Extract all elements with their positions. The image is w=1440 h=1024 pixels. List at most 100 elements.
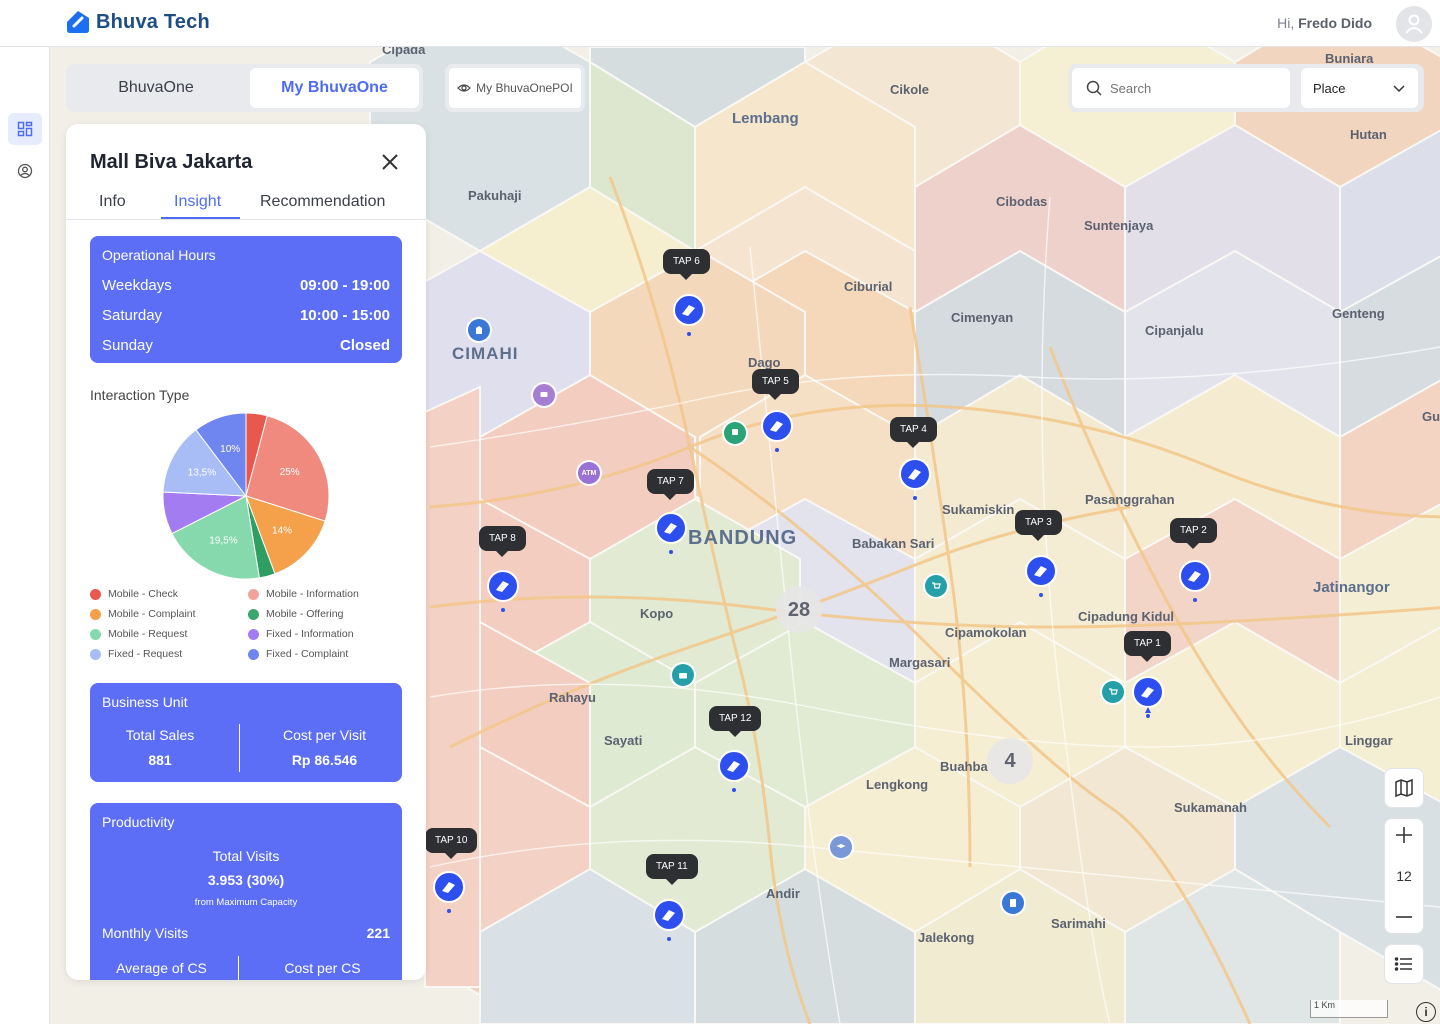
view-toggle: BhuvaOne My BhuvaOne (66, 64, 423, 112)
legend-dot (90, 588, 101, 600)
legend-label: Fixed - Request (108, 648, 183, 660)
productivity-title: Productivity (102, 814, 175, 830)
map-place-label: Sukamanah (1174, 800, 1247, 815)
dashboard-nav-button[interactable] (8, 113, 42, 145)
legend-item: Fixed - Complaint (248, 648, 348, 660)
map-place-label: Jalekong (918, 930, 975, 945)
top-bar: Bhuva Tech Hi, Fredo Dido (0, 0, 1440, 47)
map-place-label: Lembang (732, 110, 799, 127)
cluster-marker[interactable]: 28 (776, 587, 822, 633)
tab-recommendation[interactable]: Recommendation (260, 193, 385, 211)
legend-item: Mobile - Complaint (90, 608, 196, 620)
graduation-cap-icon (836, 844, 846, 848)
tap-label: TAP 4 (890, 417, 937, 448)
close-icon[interactable] (380, 152, 400, 172)
map-scale: 1 Km (1310, 1000, 1388, 1018)
poi-marker[interactable] (533, 384, 555, 406)
tap-pin-icon (487, 570, 519, 612)
map-place-label: Rahayu (549, 690, 596, 705)
cost-per-visit-label: Cost per Visit (283, 727, 366, 743)
tap-label: TAP 10 (425, 828, 478, 859)
building-icon (476, 326, 482, 334)
cluster-marker[interactable]: 4 (987, 738, 1033, 784)
tap-label: TAP 2 (1170, 518, 1217, 549)
legend-item: Mobile - Check (90, 588, 178, 600)
map-place-label: Ciburial (844, 279, 893, 294)
map-place-label: Cipada (382, 47, 426, 57)
map-layer-button[interactable] (1384, 768, 1424, 808)
pie-slice-label: 14% (272, 525, 292, 536)
zoom-out-icon[interactable] (1394, 907, 1414, 927)
hours-day: Weekdays (102, 277, 172, 294)
info-icon[interactable]: i (1416, 1002, 1436, 1022)
poi-marker[interactable] (925, 575, 947, 597)
brand[interactable]: Bhuva Tech (66, 10, 210, 34)
search-type-select[interactable]: Place (1301, 68, 1418, 108)
my-poi-label: My BhuvaOnePOI (476, 81, 573, 95)
legend-dot (90, 628, 101, 640)
map-icon (1395, 778, 1413, 798)
legend-dot (248, 648, 259, 660)
map-place-label: Hutan (1350, 127, 1387, 142)
tab-insight[interactable]: Insight (174, 193, 221, 211)
map-place-label: Cipadung Kidul (1078, 609, 1175, 624)
my-poi-toggle-button[interactable]: My BhuvaOnePOI (445, 64, 585, 112)
operational-hours-card: Operational Hours Weekdays 09:00 - 19:00 … (90, 236, 402, 363)
map-place-label: Linggar (1345, 733, 1393, 748)
pie-slice-label: 10% (220, 444, 240, 455)
monthly-visits-label: Monthly Visits (102, 925, 189, 941)
zoom-level: 12 (1396, 868, 1412, 884)
interaction-pie-chart: 25% 14% 19,5% 13,5% 10% (162, 412, 330, 580)
tap-label: TAP 5 (752, 369, 799, 400)
legend-item: Mobile - Offering (248, 608, 343, 620)
poi-marker[interactable] (1002, 892, 1024, 914)
monthly-visits-row: Monthly Visits 221 (102, 925, 390, 941)
map-place-label: Dago (748, 355, 781, 370)
atm-poi-marker[interactable]: ATM (578, 462, 600, 484)
poi-marker[interactable] (468, 319, 490, 341)
map-place-label: CIMAHI (452, 344, 519, 363)
avatar[interactable] (1396, 6, 1432, 42)
tap-label: TAP 8 (479, 526, 526, 557)
search-box[interactable] (1072, 68, 1290, 108)
divider (239, 724, 240, 772)
map-place-label: Buahba (940, 759, 988, 774)
search-type-value: Place (1313, 80, 1346, 96)
cost-per-visit-value: Rp 86.546 (291, 752, 358, 768)
tap-pin-icon (718, 750, 750, 792)
toggle-bhuvaone[interactable]: BhuvaOne (70, 68, 242, 108)
business-unit-card: Business Unit Total Sales 881 Cost per V… (90, 683, 402, 782)
map-place-label: BANDUNG (688, 527, 798, 549)
divider (238, 956, 239, 980)
pie-slice-label: 19,5% (209, 535, 237, 546)
poi-marker[interactable] (672, 664, 694, 686)
map-place-label: Sayati (604, 733, 643, 748)
hours-row: Sunday Closed (102, 337, 390, 354)
hours-row: Saturday 10:00 - 15:00 (102, 307, 390, 324)
bhuva-logo-icon (67, 11, 89, 33)
search-input[interactable] (1110, 80, 1270, 96)
legend-label: Fixed - Information (266, 628, 354, 640)
profile-nav-button[interactable] (8, 155, 42, 187)
map-place-label: Cipanjalu (1145, 323, 1204, 338)
map-place-label: Jatinangor (1313, 579, 1390, 596)
list-view-button[interactable] (1384, 944, 1424, 984)
toggle-my-bhuvaone[interactable]: My BhuvaOne (250, 68, 419, 108)
legend-label: Mobile - Request (108, 628, 188, 640)
tap-pin-icon (899, 458, 931, 500)
map-place-label: Andir (766, 886, 800, 901)
poi-marker[interactable] (1102, 681, 1124, 703)
hours-day: Sunday (102, 337, 153, 354)
poi-marker[interactable] (830, 836, 852, 858)
legend-item: Mobile - Request (90, 628, 187, 640)
zoom-in-icon[interactable] (1394, 825, 1414, 845)
poi-marker[interactable] (724, 422, 746, 444)
tab-info[interactable]: Info (99, 193, 126, 211)
cart-icon (1109, 688, 1118, 695)
legend-dot (90, 608, 101, 620)
map-place-label: Lengkong (866, 777, 929, 792)
hours-time: 10:00 - 15:00 (299, 307, 390, 324)
cost-per-cs-label: Cost per CS (284, 960, 361, 976)
map-place-label: Cibodas (996, 194, 1048, 209)
map-place-label: Cikole (890, 82, 930, 97)
